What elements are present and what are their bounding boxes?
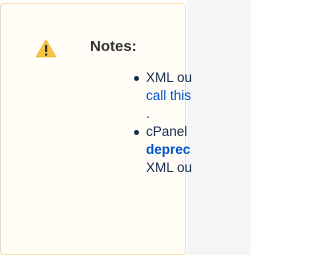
page: Notes: XML ou call this . cPanel deprec … (0, 0, 251, 255)
bullet-icon (134, 76, 139, 81)
call-this-link[interactable]: call this (146, 87, 251, 105)
notes-item-text: cPanel (146, 124, 188, 139)
warning-icon (35, 38, 57, 58)
notes-list-item: cPanel deprec XML ou (134, 123, 251, 177)
notes-item-text: XML ou (146, 160, 193, 175)
deprecated-link[interactable]: deprec (146, 141, 251, 159)
bullet-icon (134, 130, 139, 135)
notes-list: XML ou call this . cPanel deprec XML ou (134, 69, 251, 177)
notes-item-period: . (146, 106, 150, 121)
notes-item-text: XML ou (146, 70, 193, 85)
notes-list-item: XML ou call this . (134, 69, 251, 123)
notes-title: Notes: (90, 38, 137, 55)
